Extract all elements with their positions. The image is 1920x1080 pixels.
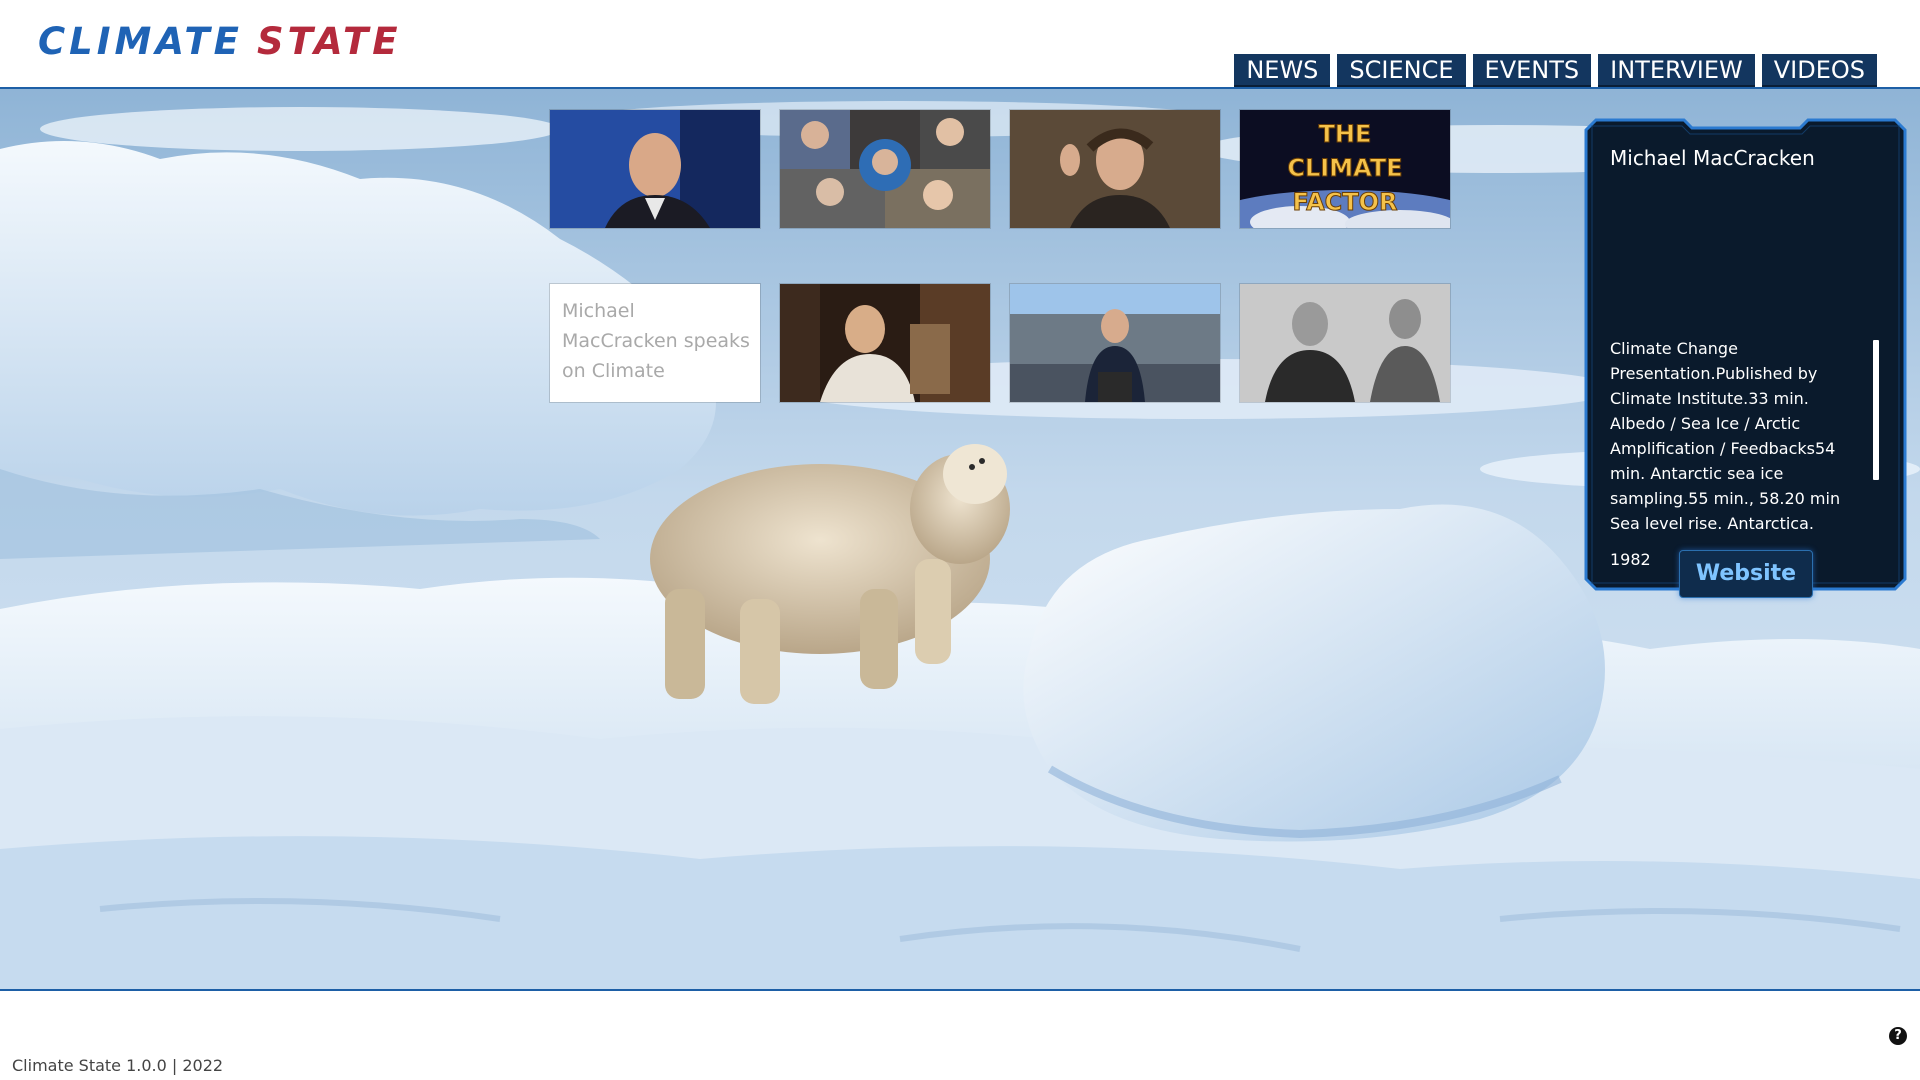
video-thumbnail-icon bbox=[1240, 284, 1450, 402]
video-thumbnail-icon bbox=[780, 284, 990, 402]
thumb4-line1: THE bbox=[1319, 120, 1372, 148]
video-thumbnail-2[interactable] bbox=[780, 110, 990, 228]
video-thumbnail-1[interactable] bbox=[550, 110, 760, 228]
info-title: Michael MacCracken bbox=[1610, 146, 1815, 170]
main-nav: NEWS SCIENCE EVENTS INTERVIEW VIDEOS bbox=[1234, 54, 1877, 87]
nav-interview[interactable]: INTERVIEW bbox=[1598, 54, 1755, 87]
nav-news[interactable]: NEWS bbox=[1234, 54, 1331, 87]
nav-science[interactable]: SCIENCE bbox=[1337, 54, 1466, 87]
video-thumbnail-icon: THE CLIMATE FACTOR bbox=[1240, 110, 1450, 228]
header: CLIMATE STATE NEWS SCIENCE EVENTS INTERVI… bbox=[0, 0, 1920, 89]
footer-version: Climate State 1.0.0 | 2022 bbox=[12, 1056, 224, 1075]
site-logo[interactable]: CLIMATE STATE bbox=[38, 22, 402, 62]
question-mark-icon[interactable]: ? bbox=[1889, 1027, 1907, 1045]
nav-events[interactable]: EVENTS bbox=[1472, 54, 1592, 87]
video-thumbnail-8[interactable] bbox=[1240, 284, 1450, 402]
info-year: 1982 bbox=[1610, 550, 1651, 569]
website-button[interactable]: Website bbox=[1679, 550, 1813, 598]
hero-bottom-border bbox=[0, 989, 1920, 991]
video-thumbnail-3[interactable] bbox=[1010, 110, 1220, 228]
video-thumbnail-4[interactable]: THE CLIMATE FACTOR bbox=[1240, 110, 1450, 228]
video-thumbnail-icon bbox=[1010, 110, 1220, 228]
thumb4-line2: CLIMATE bbox=[1287, 154, 1402, 182]
logo-word-climate: CLIMATE bbox=[38, 20, 243, 63]
info-panel: Michael MacCracken Climate Change Presen… bbox=[1584, 118, 1907, 598]
info-scrollbar[interactable] bbox=[1873, 340, 1879, 480]
video-thumbnail-5[interactable]: Michael MacCracken speaks on Climate bbox=[550, 284, 760, 402]
nav-videos[interactable]: VIDEOS bbox=[1761, 54, 1877, 87]
thumbnail-caption: Michael MacCracken speaks on Climate bbox=[562, 300, 750, 382]
video-thumbnail-7[interactable] bbox=[1010, 284, 1220, 402]
app-root: CLIMATE STATE NEWS SCIENCE EVENTS INTERVI… bbox=[0, 0, 1920, 1080]
info-description: Climate Change Presentation.Published by… bbox=[1610, 339, 1855, 541]
info-description-scroll[interactable]: Climate Change Presentation.Published by… bbox=[1610, 336, 1868, 541]
video-thumbnail-icon bbox=[780, 110, 990, 228]
video-thumbnail-icon bbox=[1010, 284, 1220, 402]
thumb4-line3: FACTOR bbox=[1292, 188, 1397, 216]
video-thumbnail-icon bbox=[550, 110, 760, 228]
logo-word-state: STATE bbox=[256, 20, 402, 63]
video-thumbnail-6[interactable] bbox=[780, 284, 990, 402]
